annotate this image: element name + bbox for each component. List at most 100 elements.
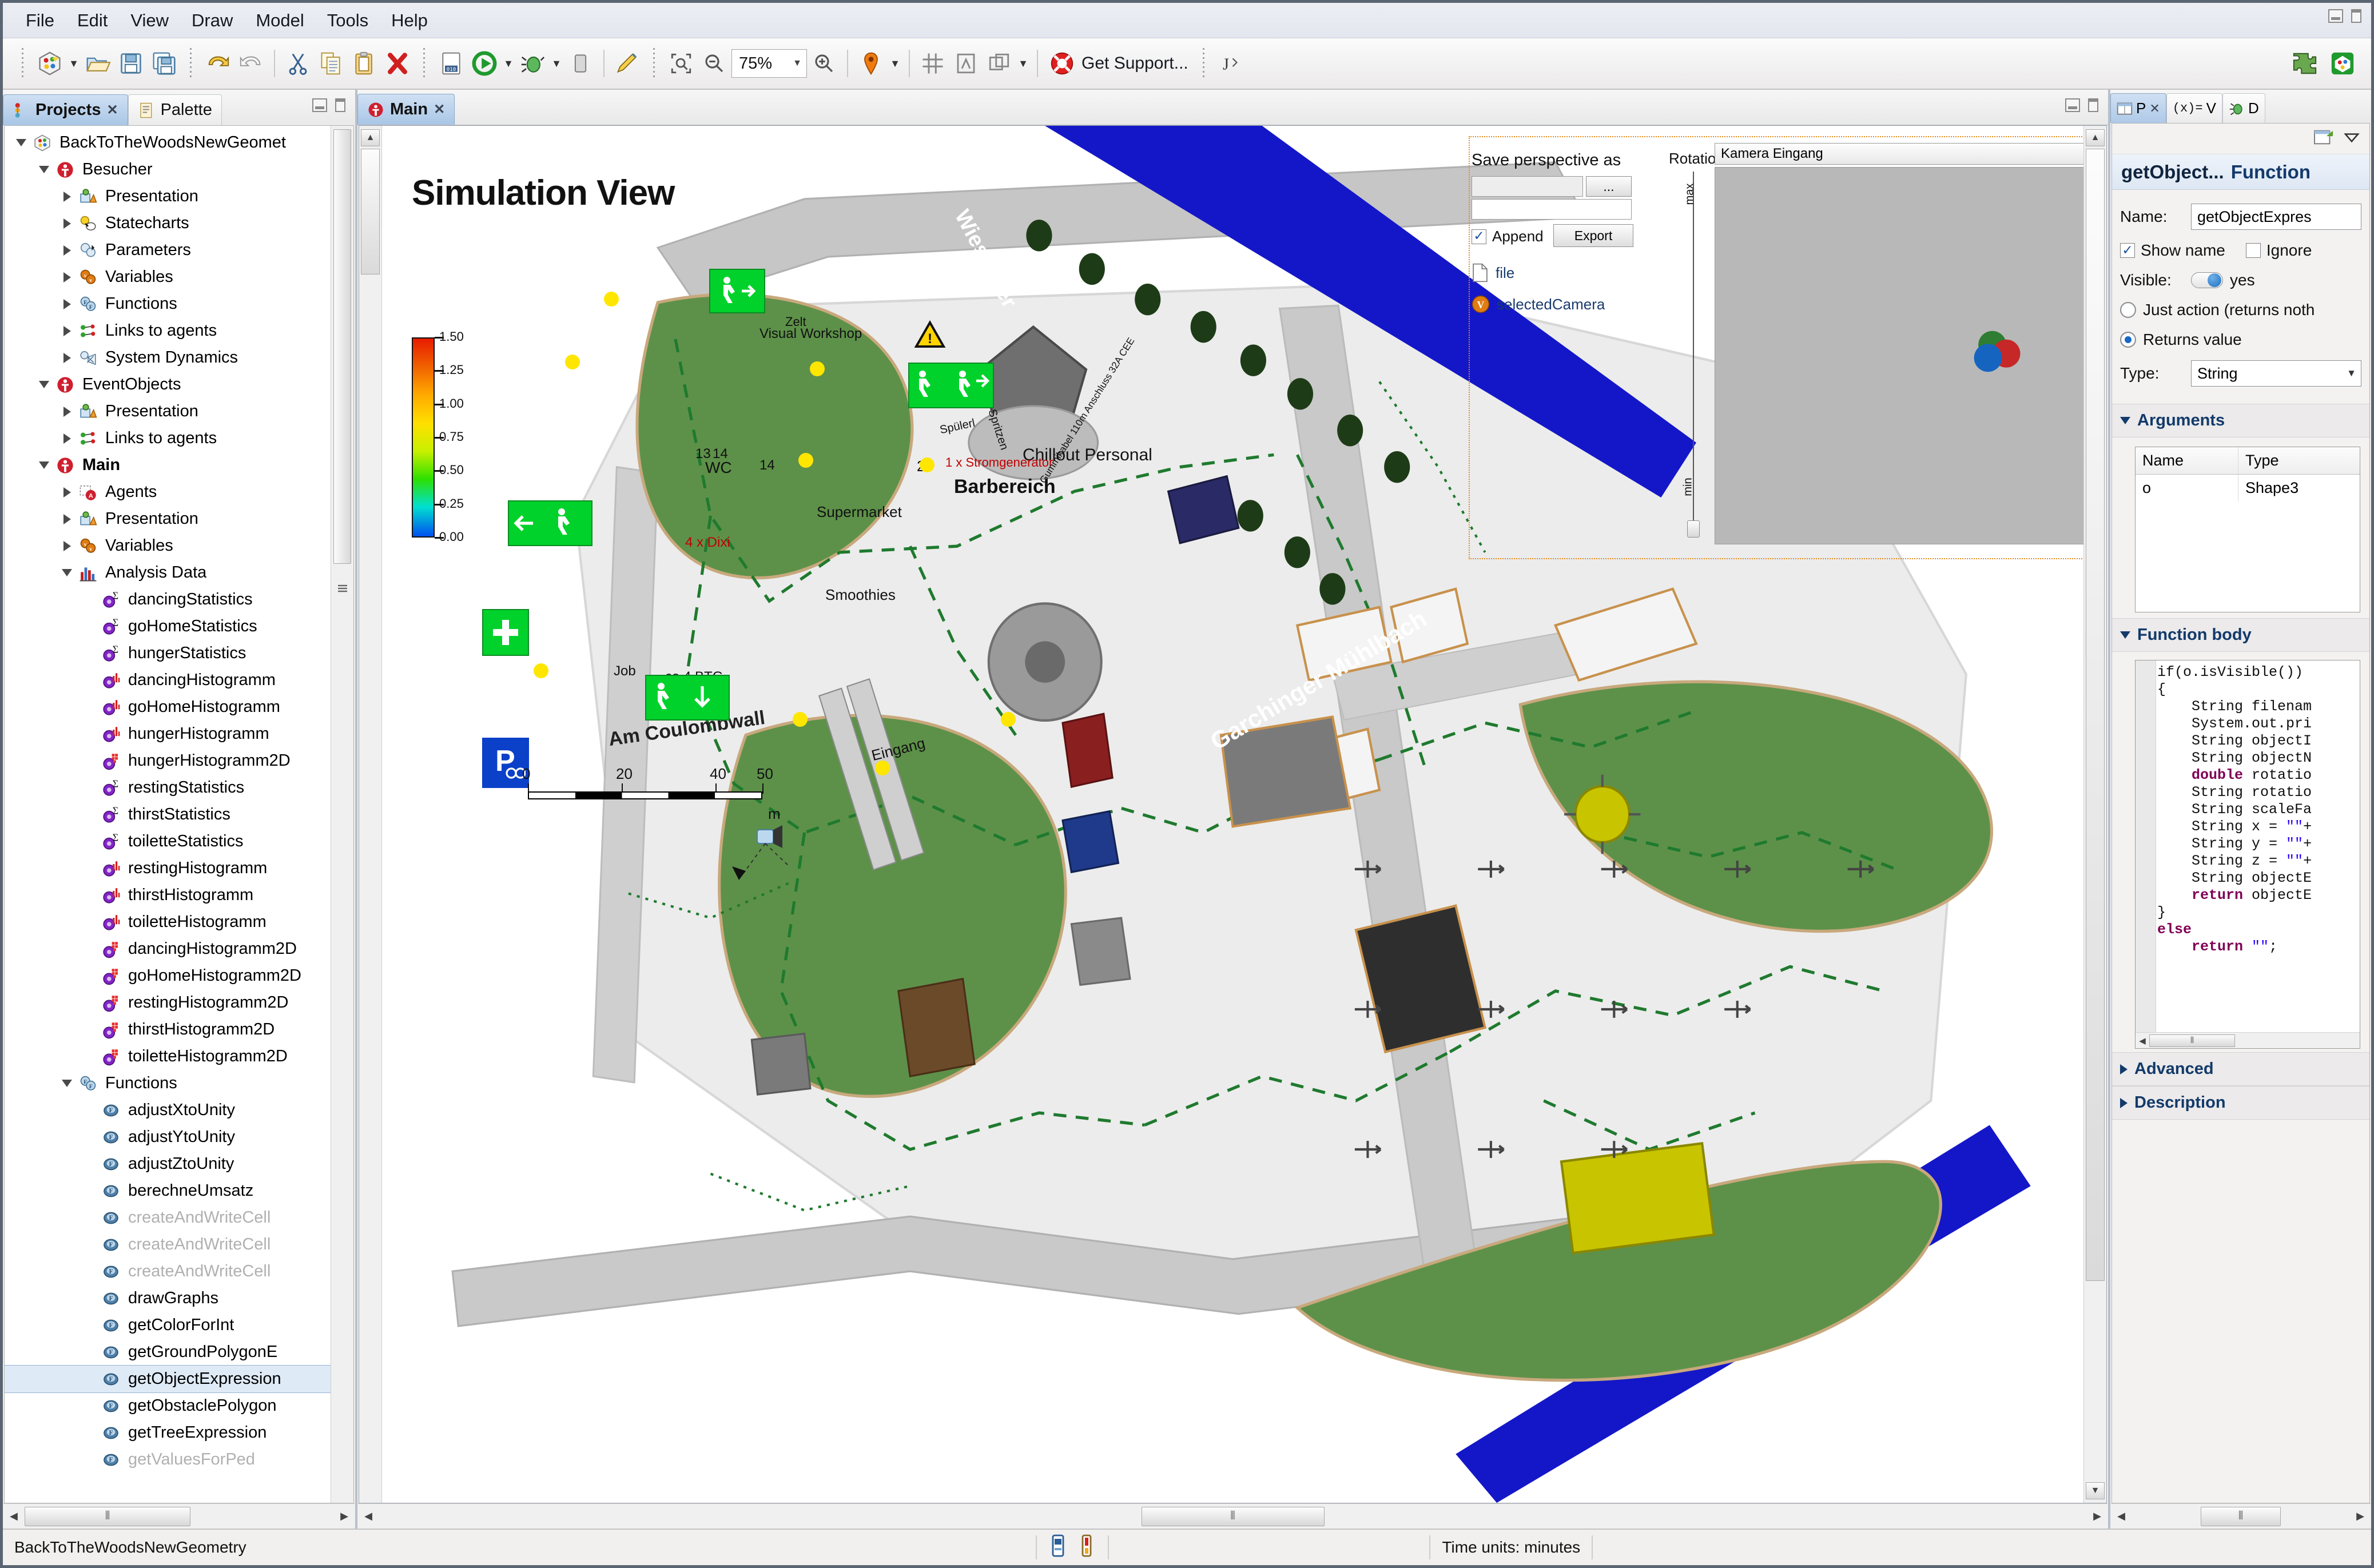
- expand-arrow-closed-icon[interactable]: [57, 514, 77, 524]
- show-name-checkbox-group[interactable]: Show name: [2120, 241, 2225, 260]
- console-icon[interactable]: [1048, 1534, 1068, 1561]
- function-body-editor[interactable]: if(o.isVisible()){ String filenam System…: [2135, 660, 2360, 1049]
- undo-button[interactable]: [202, 47, 234, 79]
- tab-properties[interactable]: P ✕: [2110, 93, 2166, 123]
- new-model-dropdown[interactable]: ▼: [67, 47, 81, 79]
- scroll-right-icon[interactable]: ▶: [2086, 1506, 2108, 1527]
- returns-value-radio-row[interactable]: Returns value: [2120, 331, 2361, 349]
- expand-arrow-closed-icon[interactable]: [57, 245, 77, 256]
- advanced-section-header[interactable]: Advanced: [2112, 1052, 2369, 1086]
- project-tree[interactable]: BackToTheWoodsNewGeomet Besucher Presentat…: [4, 125, 354, 1503]
- code-hscroll-thumb[interactable]: ⦀: [2149, 1034, 2235, 1047]
- group-dropdown[interactable]: ▼: [1016, 47, 1030, 79]
- puzzle-icon[interactable]: [2289, 47, 2321, 79]
- toolbar-grip-5[interactable]: [1200, 48, 1207, 79]
- tree-item-restingstatistics[interactable]: ΣrestingStatistics: [5, 774, 331, 801]
- tree-item-getcolorforint[interactable]: FgetColorForInt: [5, 1312, 331, 1339]
- zoom-fit-button[interactable]: [665, 47, 697, 79]
- tree-item-dancinghistogramm2d[interactable]: dancingHistogramm2D: [5, 936, 331, 962]
- canvas-scroll-up-icon[interactable]: ▲: [361, 129, 380, 146]
- tree-item-toilettehistogramm2d[interactable]: toiletteHistogramm2D: [5, 1043, 331, 1070]
- export-button[interactable]: Export: [1553, 224, 1633, 247]
- tree-item-thirststatistics[interactable]: ΣthirstStatistics: [5, 801, 331, 828]
- expand-arrow-closed-icon[interactable]: [57, 191, 77, 202]
- canvas-left-scrollbar[interactable]: ▲: [359, 126, 382, 1503]
- tree-scroll-grip[interactable]: [332, 580, 352, 595]
- scroll-left-icon[interactable]: ◀: [2136, 1036, 2149, 1046]
- expand-arrow-closed-icon[interactable]: [57, 299, 77, 309]
- cut-button[interactable]: [282, 47, 314, 79]
- marker-icon[interactable]: [855, 47, 887, 79]
- tree-vscrollbar[interactable]: [331, 126, 353, 1503]
- expand-arrow-closed-icon[interactable]: [57, 487, 77, 498]
- tree-item-gohomestatistics[interactable]: ΣgoHomeStatistics: [5, 613, 331, 640]
- append-checkbox-row[interactable]: Append: [1472, 228, 1544, 245]
- tree-item-toilettehistogramm[interactable]: toiletteHistogramm: [5, 909, 331, 936]
- tree-item-dancinghistogramm[interactable]: dancingHistogramm: [5, 667, 331, 694]
- camera-3d-view[interactable]: [1715, 167, 2083, 544]
- tree-item-presentation[interactable]: Presentation: [5, 183, 331, 210]
- simulation-canvas[interactable]: Save perspective as ... Append Export fi…: [382, 126, 2083, 1503]
- selected-camera-item[interactable]: V selectedCamera: [1472, 295, 1605, 313]
- close-icon[interactable]: ✕: [434, 101, 445, 118]
- expand-arrow-closed-icon[interactable]: [57, 272, 77, 282]
- link-editor-icon[interactable]: [2313, 128, 2335, 150]
- file-item[interactable]: file: [1472, 263, 1514, 282]
- convert-icon[interactable]: J: [1215, 47, 1247, 79]
- debug-button[interactable]: [516, 47, 548, 79]
- save-all-button[interactable]: [148, 47, 180, 79]
- scroll-left-icon[interactable]: ◀: [357, 1506, 379, 1527]
- tree-item-createandwritecell[interactable]: FcreateAndWriteCell: [5, 1231, 331, 1258]
- open-button[interactable]: [82, 47, 114, 79]
- grid-icon[interactable]: [917, 47, 949, 79]
- menu-item-draw[interactable]: Draw: [181, 7, 243, 34]
- tree-item-drawgraphs[interactable]: FdrawGraphs: [5, 1285, 331, 1312]
- returns-value-radio[interactable]: [2120, 332, 2136, 348]
- delete-button[interactable]: [381, 47, 413, 79]
- menu-item-model[interactable]: Model: [245, 7, 314, 34]
- tree-item-hungerhistogramm2d[interactable]: hungerHistogramm2D: [5, 747, 331, 774]
- tree-item-getobstaclepolygon[interactable]: FgetObstaclePolygon: [5, 1392, 331, 1419]
- just-action-radio[interactable]: [2120, 302, 2136, 318]
- perspective-filename-input[interactable]: [1472, 199, 1632, 220]
- tree-item-gohomehistogramm[interactable]: goHomeHistogramm: [5, 694, 331, 721]
- tree-item-functions[interactable]: F F Functions: [5, 1070, 331, 1097]
- run-button[interactable]: [468, 47, 500, 79]
- show-name-checkbox[interactable]: [2120, 243, 2135, 258]
- tab-palette[interactable]: Palette: [128, 94, 222, 125]
- expand-arrow-closed-icon[interactable]: [57, 406, 77, 417]
- tab-projects[interactable]: Projects ✕: [3, 94, 128, 125]
- ignore-checkbox[interactable]: [2245, 243, 2261, 258]
- tree-hscrollbar[interactable]: ◀ ⦀ ▶: [3, 1503, 355, 1529]
- close-icon[interactable]: ✕: [2149, 101, 2160, 116]
- visible-toggle[interactable]: [2191, 272, 2223, 288]
- tree-item-main[interactable]: Main: [5, 452, 331, 479]
- tree-item-restinghistogramm2d[interactable]: restingHistogramm2D: [5, 989, 331, 1016]
- copy-button[interactable]: [315, 47, 347, 79]
- scroll-right-icon[interactable]: ▶: [333, 1506, 355, 1527]
- tree-item-backtothewoodsnewgeomet[interactable]: BackToTheWoodsNewGeomet: [5, 129, 331, 156]
- pen-icon[interactable]: [611, 47, 643, 79]
- snap-to-grid-icon[interactable]: [950, 47, 982, 79]
- menu-item-file[interactable]: File: [15, 7, 65, 34]
- menu-item-view[interactable]: View: [120, 7, 179, 34]
- scroll-left-icon[interactable]: ◀: [3, 1506, 25, 1527]
- tree-item-presentation[interactable]: Presentation: [5, 506, 331, 532]
- zoom-level-combo[interactable]: 75% ▼: [731, 49, 807, 78]
- maximize-icon[interactable]: [2085, 98, 2101, 113]
- code-text[interactable]: if(o.isVisible()){ String filenam System…: [2157, 664, 2360, 1031]
- tree-item-toilettestatistics[interactable]: ΣtoiletteStatistics: [5, 828, 331, 855]
- tree-item-createandwritecell[interactable]: FcreateAndWriteCell: [5, 1258, 331, 1285]
- canvas-hscroll-thumb[interactable]: ⦀: [1141, 1506, 1325, 1526]
- canvas-scroll-up-icon[interactable]: ▲: [2086, 129, 2105, 146]
- debug-dropdown[interactable]: ▼: [550, 47, 563, 79]
- expand-arrow-closed-icon[interactable]: [57, 352, 77, 363]
- run-dropdown[interactable]: ▼: [502, 47, 515, 79]
- expand-arrow-open-icon[interactable]: [34, 166, 54, 173]
- camera-select[interactable]: Kamera Eingang ▼: [1715, 143, 2083, 165]
- paste-button[interactable]: [348, 47, 380, 79]
- arguments-table[interactable]: Name Type o Shape3: [2135, 447, 2360, 612]
- description-section-header[interactable]: Description: [2112, 1086, 2369, 1120]
- tree-item-adjustztounity[interactable]: FadjustZtoUnity: [5, 1151, 331, 1177]
- canvas-hscrollbar[interactable]: ◀ ⦀ ▶: [357, 1503, 2108, 1529]
